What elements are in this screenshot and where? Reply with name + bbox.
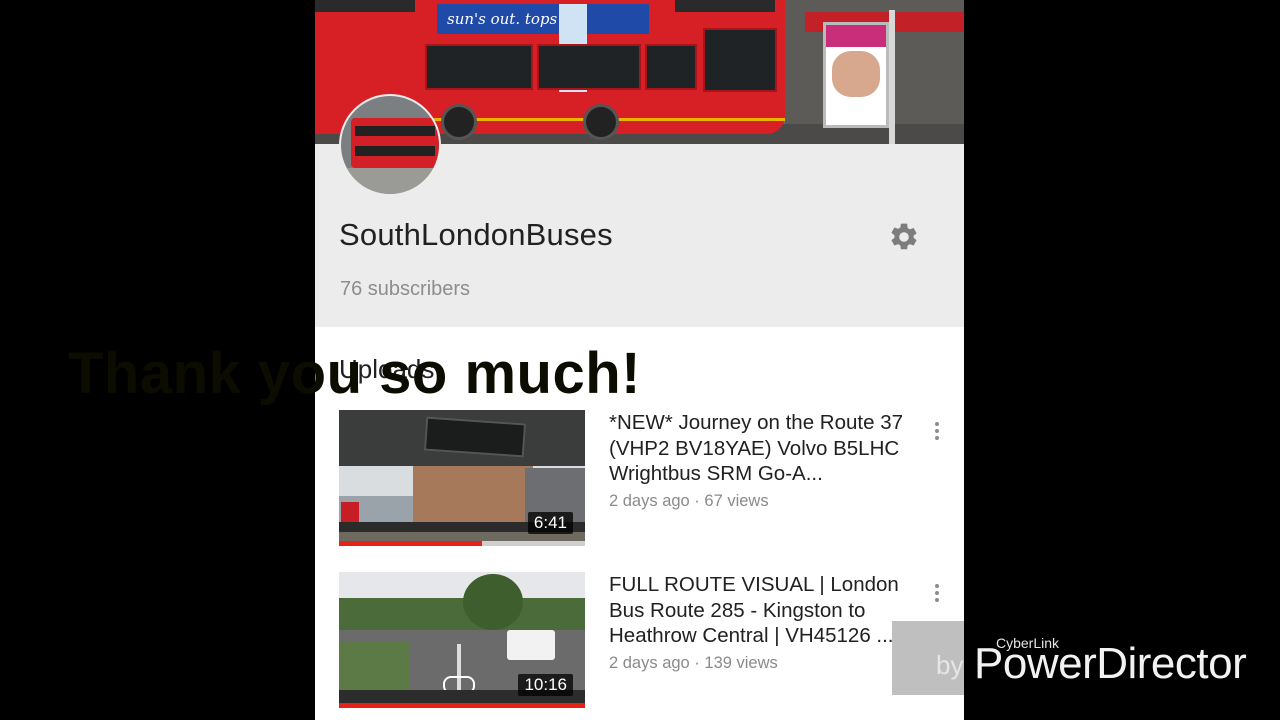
- video-title[interactable]: FULL ROUTE VISUAL | London Bus Route 285…: [609, 572, 909, 649]
- bus-shelter-poster: [823, 22, 889, 128]
- more-vert-icon[interactable]: [929, 584, 945, 608]
- watch-progress-bar: [339, 703, 585, 708]
- video-duration: 10:16: [518, 674, 573, 696]
- video-item[interactable]: 6:41 *NEW* Journey on the Route 37 (VHP2…: [315, 410, 964, 550]
- video-title[interactable]: *NEW* Journey on the Route 37 (VHP2 BV18…: [609, 410, 909, 487]
- uploads-heading: Uploads: [339, 354, 435, 384]
- subscriber-count: 76 subscribers: [340, 278, 471, 300]
- watermark-brand-large: PowerDirector: [974, 639, 1247, 688]
- channel-avatar[interactable]: [339, 94, 441, 196]
- video-thumbnail[interactable]: 10:16: [339, 572, 585, 708]
- video-duration: 6:41: [527, 512, 573, 534]
- channel-header: SouthLondonBuses 76 subscribers: [315, 94, 964, 327]
- phone-screen: sun's out. tops off. SouthLondonBuses 76…: [315, 0, 964, 720]
- watch-progress-bar: [339, 541, 482, 546]
- video-thumbnail[interactable]: 6:41: [339, 410, 585, 546]
- watermark-by: by: [936, 650, 964, 680]
- settings-gear-icon[interactable]: [888, 221, 920, 253]
- video-item[interactable]: 10:16 FULL ROUTE VISUAL | London Bus Rou…: [315, 572, 964, 712]
- bus-advert: sun's out. tops off.: [437, 4, 649, 92]
- video-meta: 2 days ago · 139 views: [609, 654, 778, 672]
- video-meta: 2 days ago · 67 views: [609, 492, 769, 510]
- video-frame: Thank you so much! sun's out. tops off.: [0, 0, 1280, 720]
- more-vert-icon[interactable]: [929, 422, 945, 446]
- channel-name: SouthLondonBuses: [339, 217, 613, 252]
